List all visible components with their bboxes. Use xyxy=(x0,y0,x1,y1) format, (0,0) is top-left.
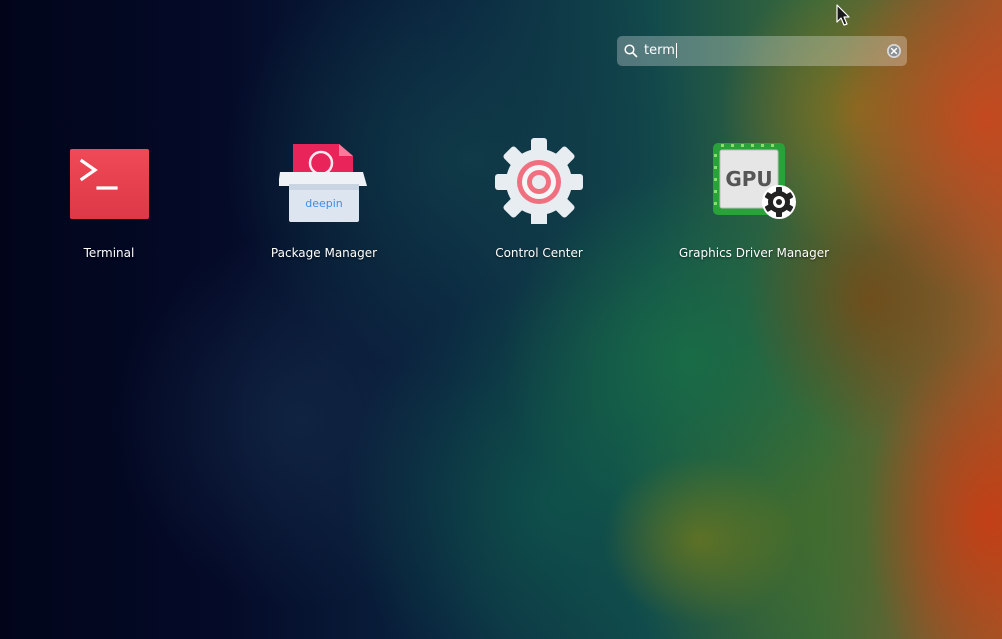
package-manager-icon: deepin xyxy=(279,144,367,222)
app-label-graphics-driver-manager: Graphics Driver Manager xyxy=(678,246,830,260)
text-caret xyxy=(675,43,677,58)
search-box[interactable]: term xyxy=(617,36,907,66)
launcher-desktop: term Terminal deepin Package Manager Con… xyxy=(0,0,1002,639)
app-item-graphics-driver-manager[interactable]: GPU Graphics Driver Manager xyxy=(664,134,844,274)
gpu-icon: GPU xyxy=(713,143,796,219)
search-input[interactable]: term xyxy=(644,36,874,66)
control-center-icon xyxy=(495,138,583,224)
app-item-package-manager[interactable]: deepin Package Manager xyxy=(234,134,414,274)
app-label-package-manager: Package Manager xyxy=(270,246,378,260)
app-item-control-center[interactable]: Control Center xyxy=(449,134,629,274)
app-label-control-center: Control Center xyxy=(495,246,583,260)
gpu-chip-text: GPU xyxy=(725,167,772,191)
mouse-pointer-icon xyxy=(836,4,850,26)
clear-icon[interactable] xyxy=(886,43,902,59)
search-query-text: term xyxy=(644,43,675,58)
app-label-terminal: Terminal xyxy=(83,246,135,260)
search-icon xyxy=(624,44,638,58)
deepin-box-text: deepin xyxy=(305,197,343,210)
app-item-terminal[interactable]: Terminal xyxy=(19,134,199,274)
terminal-icon xyxy=(70,149,149,219)
